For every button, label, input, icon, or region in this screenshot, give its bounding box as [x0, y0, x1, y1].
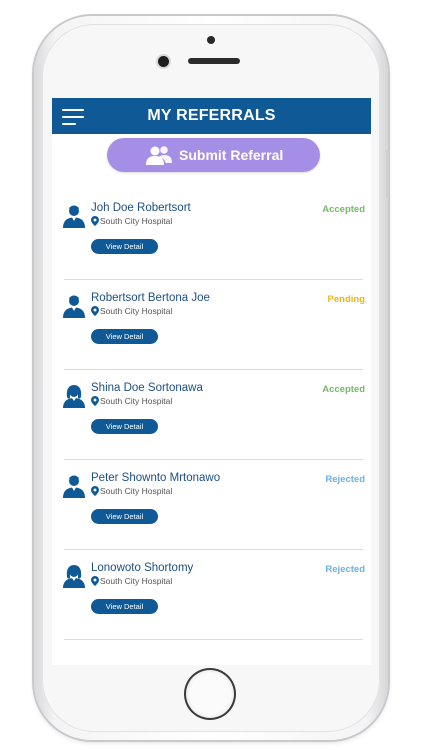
referral-item[interactable]: Lonowoto Shortomy South City Hospital Re… [52, 550, 371, 640]
status-badge: Pending [327, 294, 365, 305]
front-camera-dot [207, 36, 215, 44]
referral-name: Joh Doe Robertsort [91, 202, 191, 214]
referral-location: South City Hospital [100, 216, 173, 226]
referral-item[interactable]: Joh Doe Robertsort South City Hospital A… [52, 190, 371, 280]
divider [64, 639, 363, 640]
submit-referral-button[interactable]: Submit Referral [107, 138, 320, 172]
status-badge: Rejected [325, 564, 365, 575]
status-badge: Accepted [322, 384, 365, 395]
camera-lens-icon [158, 56, 169, 67]
referral-name: Lonowoto Shortomy [91, 562, 194, 574]
submit-referral-label: Submit Referral [179, 147, 284, 163]
referral-location: South City Hospital [100, 576, 173, 586]
users-icon [146, 146, 172, 165]
app-header: MY REFERRALS [52, 98, 371, 134]
referral-item[interactable]: Shina Doe Sortonawa South City Hospital … [52, 370, 371, 460]
female-avatar-icon [63, 565, 85, 588]
referral-location: South City Hospital [100, 306, 173, 316]
view-detail-button[interactable]: View Detail [91, 599, 158, 614]
earpiece-speaker [188, 58, 240, 64]
referral-name: Shina Doe Sortonawa [91, 382, 203, 394]
view-detail-button[interactable]: View Detail [91, 509, 158, 524]
location-pin-icon [91, 396, 99, 406]
referral-name: Peter Shownto Mrtonawo [91, 472, 221, 484]
status-badge: Rejected [325, 474, 365, 485]
status-badge: Accepted [322, 204, 365, 215]
home-button[interactable] [186, 670, 234, 718]
male-avatar-icon [63, 475, 85, 498]
referral-location: South City Hospital [100, 486, 173, 496]
view-detail-button[interactable]: View Detail [91, 419, 158, 434]
referral-name: Robertsort Bertona Joe [91, 292, 210, 304]
location-pin-icon [91, 216, 99, 226]
view-detail-button[interactable]: View Detail [91, 239, 158, 254]
view-detail-button[interactable]: View Detail [91, 329, 158, 344]
male-avatar-icon [63, 205, 85, 228]
referral-location: South City Hospital [100, 396, 173, 406]
referral-item[interactable]: Peter Shownto Mrtonawo South City Hospit… [52, 460, 371, 550]
male-avatar-icon [63, 295, 85, 318]
location-pin-icon [91, 306, 99, 316]
location-pin-icon [91, 576, 99, 586]
referral-item[interactable]: Robertsort Bertona Joe South City Hospit… [52, 280, 371, 370]
app-screen: MY REFERRALS Submit Referral Joh Doe Rob… [52, 98, 371, 665]
female-avatar-icon [63, 385, 85, 408]
page-title: MY REFERRALS [147, 107, 276, 124]
location-pin-icon [91, 486, 99, 496]
referral-list: Joh Doe Robertsort South City Hospital A… [52, 190, 371, 640]
side-volume-button [386, 150, 389, 198]
